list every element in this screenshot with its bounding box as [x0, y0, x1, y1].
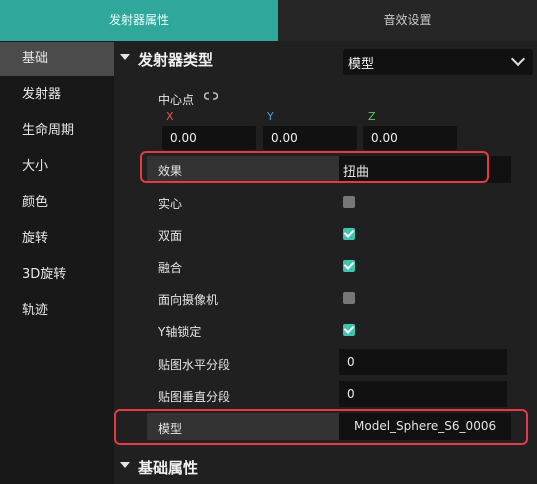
section-title: 基础属性: [138, 459, 199, 477]
axis-z-label: Z: [368, 110, 376, 123]
y-axis-lock-label: Y轴锁定: [158, 325, 202, 339]
solid-checkbox[interactable]: [343, 196, 355, 208]
axis-x-label: X: [166, 110, 174, 123]
sidebar-item-size[interactable]: 大小: [0, 150, 114, 184]
solid-label: 实心: [158, 197, 183, 211]
center-point-label: 中心点: [158, 93, 195, 107]
sidebar-item-rotation[interactable]: 旋转: [0, 222, 114, 256]
emitter-type-value: 模型: [348, 57, 375, 72]
sidebar-item-basic[interactable]: 基础: [0, 42, 114, 76]
face-camera-label: 面向摄像机: [158, 293, 219, 307]
double-sided-checkbox[interactable]: [343, 228, 355, 240]
section-emitter-type[interactable]: 发射器类型 模型: [114, 41, 537, 77]
center-y-input[interactable]: 0.00: [263, 126, 357, 150]
sidebar-item-3d-rotation[interactable]: 3D旋转: [0, 258, 114, 292]
texture-vertical-segments-label: 贴图垂直分段: [158, 390, 231, 404]
blend-checkbox[interactable]: [343, 260, 355, 272]
texture-horizontal-segments-input[interactable]: 0: [339, 349, 507, 375]
section-title: 发射器类型: [138, 51, 214, 69]
link-icon[interactable]: [204, 91, 218, 101]
center-x-input[interactable]: 0.00: [162, 126, 256, 150]
texture-vertical-segments-input[interactable]: 0: [339, 381, 507, 407]
collapse-caret-icon[interactable]: [120, 54, 130, 60]
tab-bar: 发射器属性 音效设置: [0, 0, 537, 41]
axis-y-label: Y: [267, 110, 274, 123]
section-basic-properties[interactable]: 基础属性: [114, 449, 537, 484]
model-highlight-outline: [114, 409, 528, 445]
double-sided-label: 双面: [158, 229, 183, 243]
sidebar-item-color[interactable]: 颜色: [0, 186, 114, 220]
center-z-input[interactable]: 0.00: [363, 126, 457, 150]
collapse-caret-icon[interactable]: [120, 462, 130, 468]
blend-label: 融合: [158, 261, 183, 275]
chevron-down-icon: [510, 51, 526, 67]
tab-emitter-properties[interactable]: 发射器属性: [0, 0, 278, 41]
tab-sound-settings[interactable]: 音效设置: [278, 0, 537, 41]
face-camera-checkbox[interactable]: [343, 292, 355, 304]
sidebar-item-emitter[interactable]: 发射器: [0, 78, 114, 112]
effect-highlight-outline: [140, 151, 489, 183]
emitter-type-select[interactable]: 模型: [343, 49, 533, 75]
sidebar-item-trail[interactable]: 轨迹: [0, 294, 114, 328]
y-axis-lock-checkbox[interactable]: [343, 324, 355, 336]
sidebar: 基础 发射器 生命周期 大小 颜色 旋转 3D旋转 轨迹: [0, 41, 114, 484]
sidebar-item-lifecycle[interactable]: 生命周期: [0, 114, 114, 148]
texture-horizontal-segments-label: 贴图水平分段: [158, 358, 231, 372]
properties-panel: 发射器类型 模型 中心点 X Y Z 0.00 0.00 0.00 效果 扭曲 …: [114, 41, 537, 484]
